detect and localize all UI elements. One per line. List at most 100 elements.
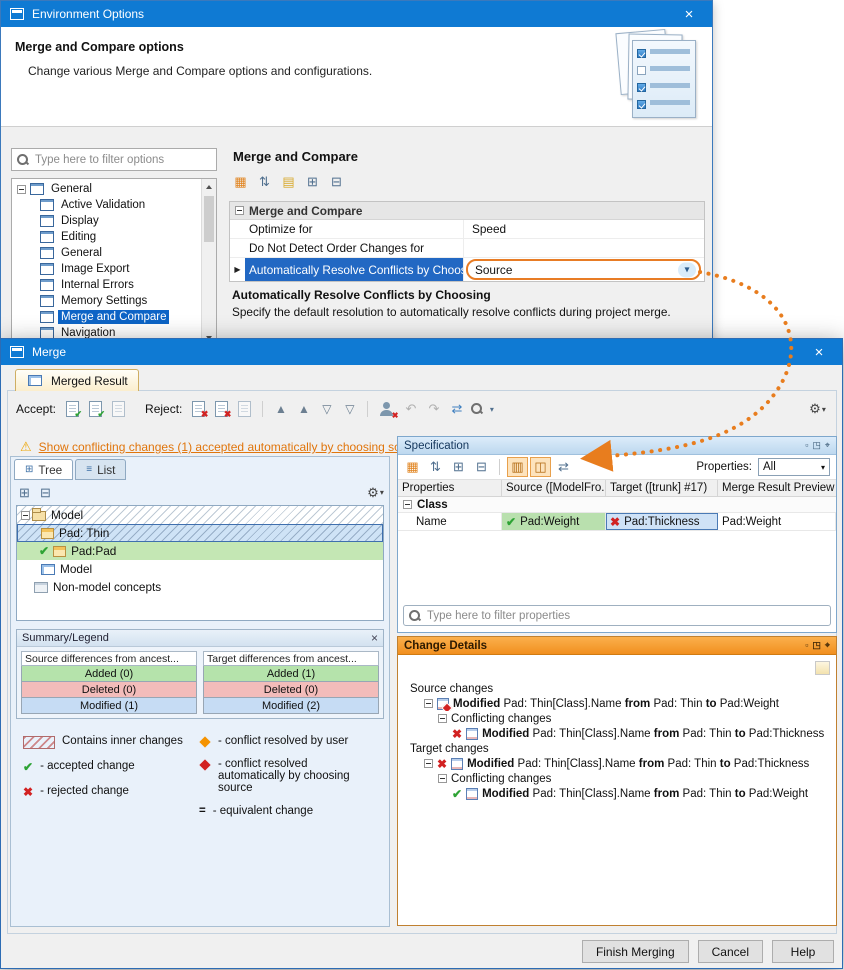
conflicting-changes-link-text[interactable]: Show conflicting changes (1) accepted au… [39, 440, 425, 454]
spec-group-row[interactable]: Class [398, 497, 836, 513]
env-tree-item[interactable]: Internal Errors [12, 277, 216, 293]
env-tree-item[interactable]: Memory Settings [12, 293, 216, 309]
spec-cell-preview[interactable]: Pad:Weight [718, 513, 836, 530]
change-line[interactable]: Conflicting changes [404, 771, 832, 786]
property-value[interactable] [463, 239, 704, 257]
property-value[interactable]: Source▾ [463, 258, 704, 281]
env-tree-item[interactable]: General [12, 245, 216, 261]
compare-changes-icon[interactable]: ⇄ [446, 399, 467, 419]
next-change-button[interactable]: ▽ [316, 399, 337, 419]
merge-tree-item[interactable]: Non-model concepts [17, 578, 383, 596]
quick-diff-button[interactable]: ▾ [469, 399, 490, 419]
scroll-thumb[interactable] [204, 196, 214, 242]
pin-icon[interactable]: ⌖ [825, 640, 830, 651]
next-conflict-button[interactable]: ▽ [339, 399, 360, 419]
env-tree-root[interactable]: General [12, 181, 216, 197]
accept-non-conflicting-icon[interactable]: ✔ [89, 401, 102, 417]
show-merge-preview-icon[interactable]: ◫ [530, 457, 551, 477]
details-options-icon[interactable] [815, 661, 830, 675]
env-tree-scrollbar[interactable] [201, 179, 216, 345]
merge-close-button[interactable]: × [805, 339, 833, 365]
change-line[interactable]: Source changes [404, 681, 832, 696]
expander-icon[interactable] [21, 511, 30, 520]
expander-icon[interactable] [403, 500, 412, 509]
merge-options-button[interactable]: ⚙▾ [807, 399, 828, 419]
env-close-button[interactable]: × [675, 1, 703, 27]
help-button[interactable]: Help [772, 940, 834, 963]
previous-conflict-button[interactable]: ▲ [293, 399, 314, 419]
collapse-all-icon[interactable]: ⊟ [35, 483, 56, 503]
expander-icon[interactable] [424, 759, 433, 768]
spec-cell-target[interactable]: ✖Pad:Thickness [606, 513, 718, 530]
expander-icon[interactable] [438, 774, 447, 783]
conflicting-changes-link[interactable]: ⚠ Show conflicting changes (1) accepted … [20, 439, 424, 455]
reject-change-icon[interactable]: ✖ [192, 401, 205, 417]
spec-filter-input[interactable]: Type here to filter properties [403, 605, 831, 626]
sort-alphabetically-icon[interactable]: ⇅ [254, 172, 275, 192]
expander-icon[interactable] [438, 714, 447, 723]
property-row[interactable]: ▶Automatically Resolve Conflicts by Choo… [230, 258, 704, 281]
spec-column-header[interactable]: Merge Result Preview [718, 480, 836, 496]
combo-caret-icon[interactable]: ▾ [678, 262, 696, 277]
show-description-icon[interactable]: ▤ [278, 172, 299, 192]
reject-non-conflicting-icon[interactable]: ✖ [215, 401, 228, 417]
spec-column-header[interactable]: Source ([ModelFro... [502, 480, 606, 496]
reject-all-icon[interactable] [238, 401, 251, 417]
merge-tree-item[interactable]: Pad: Thin [17, 524, 383, 542]
merge-titlebar[interactable]: Merge × [1, 339, 842, 365]
minimize-icon[interactable]: ▫ [805, 440, 808, 451]
sort-alphabetically-icon[interactable]: ⇅ [425, 457, 446, 477]
finish-merging-button[interactable]: Finish Merging [582, 940, 689, 963]
env-titlebar[interactable]: Environment Options × [1, 1, 712, 27]
spec-column-header[interactable]: Properties [398, 480, 502, 496]
change-line[interactable]: Target changes [404, 741, 832, 756]
property-row[interactable]: Do Not Detect Order Changes for [230, 239, 704, 258]
expand-all-icon[interactable]: ⊞ [302, 172, 323, 192]
scroll-up-button[interactable] [202, 179, 216, 194]
property-group-header[interactable]: Merge and Compare [230, 202, 704, 220]
close-icon[interactable]: × [371, 632, 378, 644]
show-source-target-columns-icon[interactable]: ▥ [507, 457, 528, 477]
merge-tree-item[interactable]: Model [17, 560, 383, 578]
property-value[interactable]: Speed [463, 220, 704, 238]
categorized-view-icon[interactable]: ▦ [230, 172, 251, 192]
tab-list[interactable]: ≡ List [75, 459, 126, 480]
source-combo[interactable]: Source▾ [466, 259, 701, 280]
change-line[interactable]: ✖Modified Pad: Thin[Class].Name from Pad… [404, 756, 832, 771]
property-row[interactable]: Optimize forSpeed [230, 220, 704, 239]
accept-all-icon[interactable] [112, 401, 125, 417]
float-icon[interactable]: ◳ [812, 640, 821, 651]
expander-icon[interactable] [424, 699, 433, 708]
env-tree-item[interactable]: Active Validation [12, 197, 216, 213]
spec-column-header[interactable]: Target ([trunk] #17) [606, 480, 718, 496]
change-line[interactable]: ✔Modified Pad: Thin[Class].Name from Pad… [404, 786, 832, 801]
properties-filter-select[interactable]: All ▾ [758, 458, 830, 476]
clear-user-resolution-icon[interactable]: ✖ [378, 401, 395, 417]
tab-merged-result[interactable]: Merged Result [15, 369, 139, 391]
env-tree-item[interactable]: Editing [12, 229, 216, 245]
undo-icon[interactable]: ↶ [400, 399, 421, 419]
merge-tree-item[interactable]: ✔Pad:Pad [17, 542, 383, 560]
previous-change-button[interactable]: ▲ [270, 399, 291, 419]
tree-options-button[interactable]: ⚙▾ [365, 483, 386, 503]
redo-icon[interactable]: ↷ [423, 399, 444, 419]
tab-tree[interactable]: ⊞ Tree [14, 459, 73, 480]
pin-icon[interactable]: ⌖ [825, 440, 830, 451]
env-tree-item[interactable]: Display [12, 213, 216, 229]
spec-cell-property[interactable]: Name [398, 513, 502, 530]
change-line[interactable]: ✖Modified Pad: Thin[Class].Name from Pad… [404, 726, 832, 741]
collapse-all-icon[interactable]: ⊟ [326, 172, 347, 192]
cancel-button[interactable]: Cancel [698, 940, 763, 963]
show-differences-icon[interactable]: ⇄ [553, 457, 574, 477]
categorized-view-icon[interactable]: ▦ [402, 457, 423, 477]
env-tree-item[interactable]: Merge and Compare [12, 309, 216, 325]
env-filter-input[interactable]: Type here to filter options [11, 148, 217, 171]
accept-change-icon[interactable]: ✔ [66, 401, 79, 417]
expander-icon[interactable] [235, 206, 244, 215]
expand-all-icon[interactable]: ⊞ [14, 483, 35, 503]
expand-all-icon[interactable]: ⊞ [448, 457, 469, 477]
change-line[interactable]: Modified Pad: Thin[Class].Name from Pad:… [404, 696, 832, 711]
minimize-icon[interactable]: ▫ [805, 640, 808, 651]
merge-tree-item[interactable]: Model [17, 506, 383, 524]
float-icon[interactable]: ◳ [812, 440, 821, 451]
